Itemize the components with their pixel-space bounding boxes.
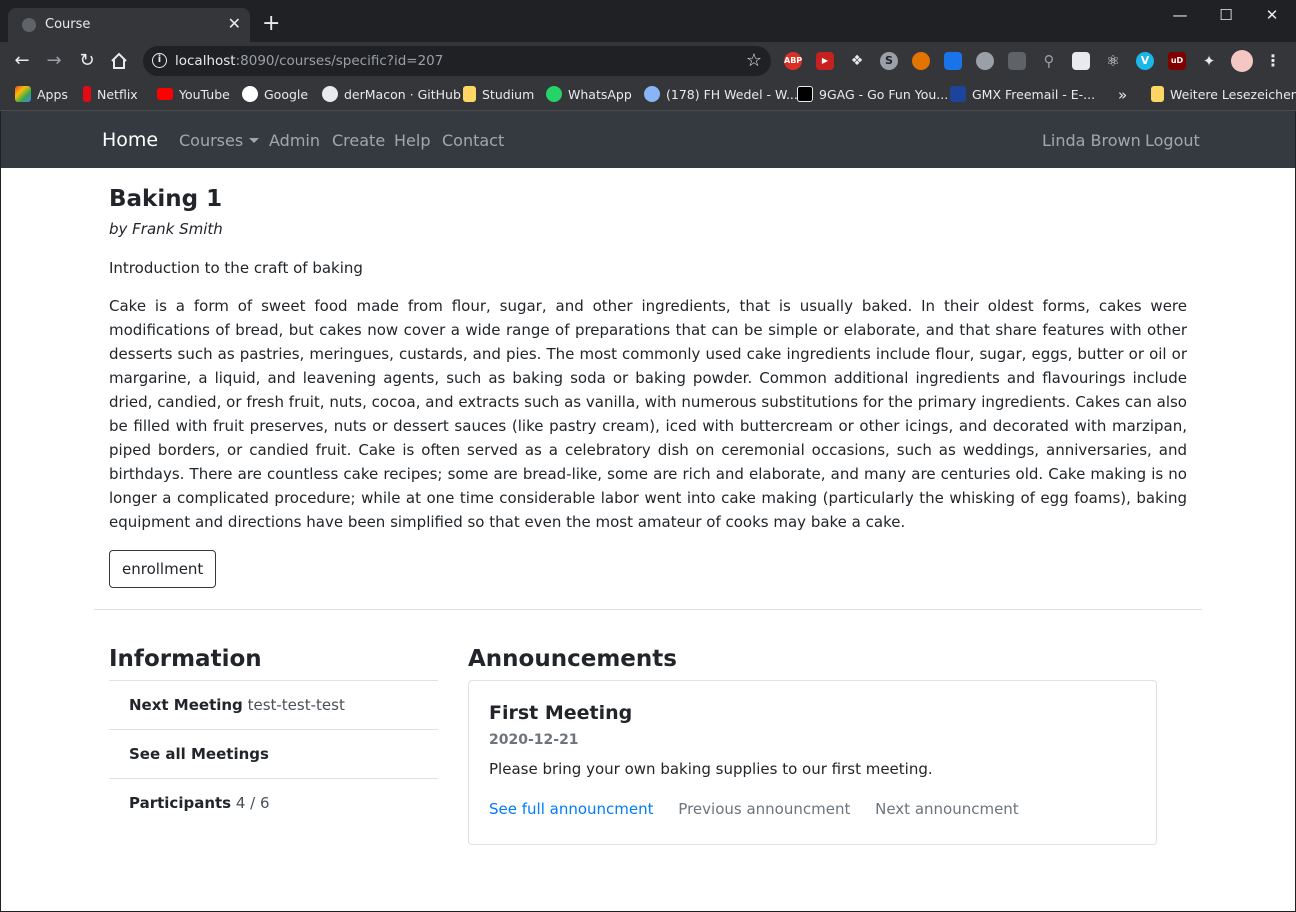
announcement-title: First Meeting (489, 702, 633, 724)
folder-icon (463, 86, 476, 102)
readability-extension-icon[interactable]: ▶ (816, 52, 834, 70)
nav-courses-dropdown[interactable]: Courses (179, 131, 260, 150)
new-tab-button[interactable]: + (262, 13, 280, 35)
tab-strip: Course ✕ + — ☐ ✕ (0, 0, 1296, 42)
nav-create-link[interactable]: Create (332, 131, 385, 150)
bookmark-9gag[interactable]: 9GAG - Go Fun You... (797, 85, 948, 105)
browser-toolbar: ← → ↻ i localhost:8090/courses/specific?… (0, 42, 1296, 80)
chart-extension-icon[interactable] (944, 52, 962, 70)
full-announcement-link[interactable]: See full announcment (489, 800, 654, 818)
vimeo-extension-icon[interactable]: V (1136, 52, 1154, 70)
announcement-links: See full announcment Previous announcmen… (489, 799, 1136, 819)
announcements-panel: Announcements First Meeting 2020-12-21 P… (468, 645, 1157, 845)
bookmark-whatsapp[interactable]: WhatsApp (546, 85, 632, 105)
maximize-button[interactable]: ☐ (1203, 4, 1249, 26)
home-icon[interactable] (107, 49, 131, 73)
bookmark-github[interactable]: derMacon · GitHub (322, 85, 461, 105)
ai-extension-icon[interactable] (1072, 52, 1090, 70)
nav-logout-link[interactable]: Logout (1145, 131, 1200, 150)
bookmark-fhwedel[interactable]: (178) FH Wedel - W... (644, 85, 798, 105)
close-tab-icon[interactable]: ✕ (228, 15, 241, 33)
dropbox-extension-icon[interactable]: ❖ (848, 52, 866, 70)
bookmark-youtube[interactable]: YouTube (157, 85, 230, 105)
bookmark-apps[interactable]: Apps (15, 85, 68, 105)
data-extension-icon[interactable] (1008, 52, 1026, 70)
bookmark-netflix[interactable]: Netflix (83, 85, 138, 105)
info-icon[interactable]: i (152, 53, 167, 68)
bookmark-google[interactable]: Google (242, 85, 308, 105)
skype-extension-icon[interactable]: S (880, 52, 898, 70)
course-intro: Introduction to the craft of baking (109, 259, 363, 277)
information-panel: Information Next Meeting test-test-test … (109, 645, 438, 828)
youtube-icon (157, 88, 173, 100)
course-description: Cake is a form of sweet food made from f… (109, 297, 1187, 531)
reload-icon[interactable]: ↻ (75, 49, 99, 73)
gmx-icon (950, 86, 966, 102)
folder-icon (1151, 86, 1164, 102)
apps-grid-icon (15, 86, 31, 102)
announcements-heading: Announcements (468, 646, 677, 672)
information-list: Next Meeting test-test-test See all Meet… (109, 680, 438, 828)
tamper-extension-icon[interactable] (912, 52, 930, 70)
announcement-date: 2020-12-21 (489, 732, 579, 748)
bookmark-gmx[interactable]: GMX Freemail - E-... (950, 85, 1095, 105)
next-meeting-item[interactable]: Next Meeting test-test-test (109, 681, 438, 730)
search-extension-icon[interactable]: ⚲ (1040, 52, 1058, 70)
window-edge-left (0, 111, 1, 912)
browser-tab[interactable]: Course ✕ (8, 8, 250, 42)
9gag-icon (797, 86, 813, 102)
globe-icon (22, 18, 36, 32)
bookmarks-overflow-button[interactable]: » (1118, 85, 1127, 105)
bookmark-more-folder[interactable]: Weitere Lesezeichen (1151, 85, 1296, 105)
nav-user-link[interactable]: Linda Brown (1042, 131, 1141, 150)
close-window-button[interactable]: ✕ (1249, 4, 1295, 26)
next-meeting-value: test-test-test (247, 696, 345, 714)
course-author: by Frank Smith (109, 220, 223, 238)
nav-admin-link[interactable]: Admin (269, 131, 320, 150)
web-page: Home Courses Admin Create Help Contact L… (1, 111, 1295, 911)
announcement-text: Please bring your own baking supplies to… (489, 760, 933, 778)
previous-announcement-link[interactable]: Previous announcment (678, 800, 850, 818)
netflix-icon (83, 86, 91, 102)
nav-contact-link[interactable]: Contact (442, 131, 504, 150)
course-header: Baking 1 by Frank Smith Introduction to … (109, 184, 1187, 588)
participants-item: Participants 4 / 6 (129, 794, 270, 812)
tab-title: Course (45, 17, 91, 32)
back-icon[interactable]: ← (10, 49, 34, 73)
announcement-card: First Meeting 2020-12-21 Please bring yo… (468, 680, 1157, 845)
extensions-puzzle-icon[interactable]: ✦ (1200, 52, 1218, 70)
forward-icon[interactable]: → (42, 49, 66, 73)
menu-kebab-icon[interactable]: ⋮ (1264, 52, 1282, 70)
google-icon (242, 86, 258, 102)
bookmark-star-icon[interactable]: ☆ (746, 50, 762, 71)
browser-chrome: Course ✕ + — ☐ ✕ ← → ↻ i localhost:8090/… (0, 0, 1296, 111)
url-text[interactable]: localhost:8090/courses/specific?id=207 (175, 53, 443, 69)
nav-help-link[interactable]: Help (394, 131, 430, 150)
course-title: Baking 1 (109, 186, 223, 212)
github-icon (322, 86, 338, 102)
bookmarks-bar: Apps Netflix YouTube Google derMacon · G… (0, 80, 1296, 111)
ublock-extension-icon[interactable]: uD (1168, 52, 1186, 70)
section-divider (94, 609, 1202, 610)
profile-avatar[interactable] (1231, 50, 1253, 72)
fhwedel-icon (644, 86, 660, 102)
enrollment-button[interactable]: enrollment (109, 550, 217, 588)
bookmark-studium[interactable]: Studium (463, 85, 534, 105)
discord-extension-icon[interactable] (976, 52, 994, 70)
nav-home-link[interactable]: Home (102, 129, 158, 151)
next-announcement-link[interactable]: Next announcment (875, 800, 1019, 818)
information-heading: Information (109, 646, 262, 672)
address-bar[interactable]: i localhost:8090/courses/specific?id=207… (143, 46, 771, 76)
minimize-button[interactable]: — (1157, 4, 1203, 26)
participants-value: 4 / 6 (235, 794, 270, 812)
react-extension-icon[interactable]: ⚛ (1104, 52, 1122, 70)
adblock-extension-icon[interactable]: ABP (784, 52, 802, 70)
caret-down-icon (249, 138, 260, 143)
all-meetings-item[interactable]: See all Meetings (109, 730, 438, 779)
navbar: Home Courses Admin Create Help Contact L… (1, 111, 1295, 168)
whatsapp-icon (546, 86, 562, 102)
